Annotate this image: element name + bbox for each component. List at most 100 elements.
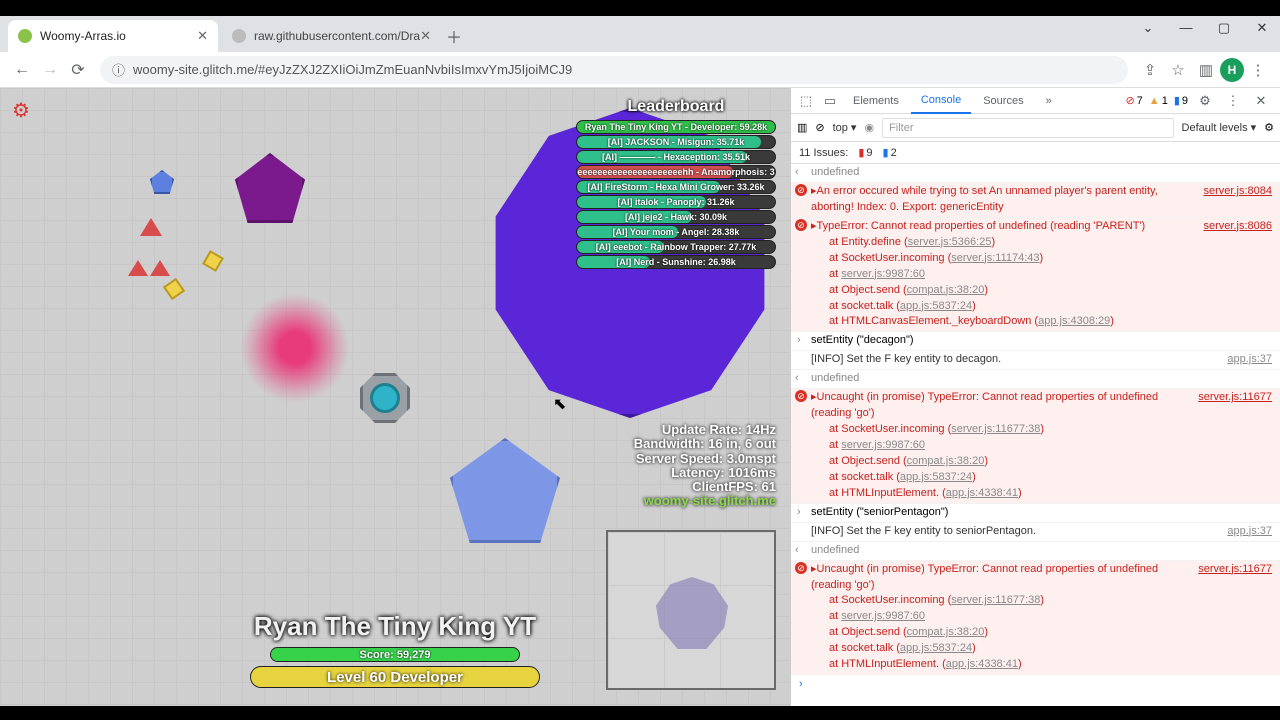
tab-more[interactable]: » (1036, 88, 1062, 114)
tab-close-icon[interactable]: ✕ (420, 28, 431, 44)
window-controls: ⌄ — ▢ ✕ (1136, 20, 1274, 36)
source-link[interactable]: server.js:5366:25 (908, 236, 992, 248)
server-stats: Update Rate: 14Hz Bandwidth: 16 in, 6 ou… (634, 423, 776, 509)
devtools-menu-icon[interactable]: ⋮ (1222, 90, 1244, 112)
level-bar: Level 60 Developer (250, 666, 540, 688)
source-link[interactable]: app.js:37 (1227, 352, 1272, 368)
source-link[interactable]: app.js:37 (1227, 524, 1272, 540)
leaderboard-text: [AI] Your mom - Angel: 28.38k (577, 226, 775, 238)
tab-elements[interactable]: Elements (843, 88, 909, 114)
content-area: ⚙ ⬉ Leaderboard Ryan The Tiny King YT - … (0, 88, 1280, 706)
stack-frame: at server.js:9987:60 (811, 609, 1272, 625)
mouse-cursor-icon: ⬉ (553, 394, 566, 414)
square-shape (202, 250, 224, 272)
sidebar-toggle-icon[interactable]: ▥ (797, 121, 807, 134)
stat-line: Server Speed: 3.0mspt (634, 452, 776, 466)
devtools-settings-icon[interactable]: ⚙ (1194, 90, 1216, 112)
console-prompt[interactable]: › (791, 675, 1280, 695)
settings-gear-icon[interactable]: ⚙ (12, 98, 30, 123)
source-link[interactable]: compat.js:38:20 (907, 284, 985, 296)
minimap[interactable] (606, 530, 776, 690)
profile-avatar[interactable]: H (1220, 58, 1244, 82)
source-link[interactable]: app.js:5837:24 (900, 642, 972, 654)
tab-background[interactable]: raw.githubusercontent.com/Dra ✕ (222, 20, 432, 52)
log-message: [INFO] Set the F key entity to seniorPen… (811, 525, 1036, 537)
log-message: [INFO] Set the F key entity to decagon. (811, 353, 1001, 365)
leaderboard-text: [AI] jeje2 - Hawk: 30.09k (577, 211, 775, 223)
address-bar[interactable]: ⓘ woomy-site.glitch.me/#eyJzZXJ2ZXIiOiJm… (100, 56, 1128, 84)
source-link[interactable]: app.js:4308:29 (1038, 315, 1110, 327)
source-link[interactable]: server.js:11677 (1198, 562, 1272, 578)
devtools-close-icon[interactable]: ✕ (1250, 90, 1272, 112)
source-link[interactable]: server.js:9987:60 (841, 268, 925, 280)
leaderboard-row: Ryan The Tiny King YT - Developer: 59.28… (576, 120, 776, 134)
favicon-icon (232, 29, 246, 43)
device-icon[interactable]: ▭ (819, 90, 841, 112)
share-icon[interactable]: ⇪ (1136, 56, 1164, 84)
tab-close-icon[interactable]: ✕ (197, 28, 208, 44)
pentagon-shape (150, 170, 174, 194)
tab-sources[interactable]: Sources (973, 88, 1033, 114)
warning-count[interactable]: ▲1 (1149, 95, 1168, 107)
back-button[interactable]: ← (8, 56, 36, 84)
leaderboard-row: [AI] Your mom - Angel: 28.38k (576, 225, 776, 239)
source-link[interactable]: server.js:8084 (1204, 184, 1272, 200)
source-link[interactable]: server.js:11677 (1198, 390, 1272, 406)
kebab-menu-icon[interactable]: ⋮ (1244, 56, 1272, 84)
source-link[interactable]: app.js:4338:41 (946, 658, 1018, 670)
log-levels-selector[interactable]: Default levels▾ (1182, 121, 1257, 134)
source-link[interactable]: app.js:5837:24 (900, 471, 972, 483)
clear-console-icon[interactable]: ⊘ (815, 121, 824, 134)
stack-frame: at SocketUser.incoming (server.js:11174:… (811, 251, 1272, 267)
source-link[interactable]: server.js:11174:43 (951, 252, 1039, 264)
level-text: Level 60 Developer (251, 667, 539, 687)
forward-button[interactable]: → (36, 56, 64, 84)
log-message: undefined (811, 544, 859, 556)
live-expr-icon[interactable]: ◉ (864, 121, 874, 134)
new-tab-button[interactable]: ＋ (442, 24, 466, 48)
console-log: server.js:8086▸TypeError: Cannot read pr… (791, 218, 1280, 333)
reload-button[interactable]: ⟳ (64, 56, 92, 84)
tab-console[interactable]: Console (911, 88, 971, 114)
leaderboard-text: [AI] ———— - Hexaception: 35.51k (577, 151, 775, 163)
issues-bar[interactable]: 11 Issues: ▮ 9 ▮ 2 (791, 142, 1280, 164)
context-selector[interactable]: top▾ (833, 121, 857, 134)
game-canvas[interactable]: ⚙ ⬉ Leaderboard Ryan The Tiny King YT - … (0, 88, 790, 706)
console-log: ‹ undefined (791, 370, 1280, 389)
stack-frame: at Object.send (compat.js:38:20) (811, 454, 1272, 470)
player-name: Ryan The Tiny King YT (250, 611, 540, 642)
side-panel-icon[interactable]: ▥ (1192, 56, 1220, 84)
leaderboard-text: [AI] JACKSON - Misigun: 35.71k (577, 136, 775, 148)
source-link[interactable]: server.js:8086 (1204, 219, 1272, 235)
close-window-button[interactable]: ✕ (1250, 20, 1274, 36)
stack-frame: at SocketUser.incoming (server.js:11677:… (811, 593, 1272, 609)
console-filter-input[interactable]: Filter (882, 118, 1173, 138)
stack-frame: at socket.talk (app.js:5837:24) (811, 641, 1272, 657)
source-link[interactable]: server.js:9987:60 (841, 610, 925, 622)
source-link[interactable]: app.js:5837:24 (900, 300, 972, 312)
stack-frame: at HTMLInputElement. (app.js:4338:41) (811, 486, 1272, 502)
bookmark-icon[interactable]: ☆ (1164, 56, 1192, 84)
tab-active[interactable]: Woomy-Arras.io ✕ (8, 20, 218, 52)
issues-label: 11 Issues: (799, 147, 848, 159)
square-shape (163, 278, 185, 300)
error-count[interactable]: ⊘7 (1125, 94, 1142, 107)
leaderboard: Leaderboard Ryan The Tiny King YT - Deve… (576, 98, 776, 270)
source-link[interactable]: server.js:11677:38 (951, 423, 1040, 435)
minimize-button[interactable]: — (1174, 20, 1198, 36)
tab-search-icon[interactable]: ⌄ (1136, 20, 1160, 36)
console-settings-icon[interactable]: ⚙ (1264, 121, 1274, 134)
maximize-button[interactable]: ▢ (1212, 20, 1236, 36)
source-link[interactable]: server.js:11677:38 (951, 594, 1040, 606)
leaderboard-row: [AI] ———— - Hexaception: 35.51k (576, 150, 776, 164)
favicon-icon (18, 29, 32, 43)
source-link[interactable]: compat.js:38:20 (907, 626, 985, 638)
stack-frame: at server.js:9987:60 (811, 438, 1272, 454)
console-output[interactable]: ‹ undefinedserver.js:8084▸An error occur… (791, 164, 1280, 706)
inspect-icon[interactable]: ⬚ (795, 90, 817, 112)
source-link[interactable]: server.js:9987:60 (841, 439, 925, 451)
info-count[interactable]: ▮9 (1174, 94, 1188, 107)
leaderboard-row: [AI] Nerd - Sunshine: 26.98k (576, 255, 776, 269)
source-link[interactable]: app.js:4338:41 (946, 487, 1018, 499)
source-link[interactable]: compat.js:38:20 (907, 455, 985, 467)
